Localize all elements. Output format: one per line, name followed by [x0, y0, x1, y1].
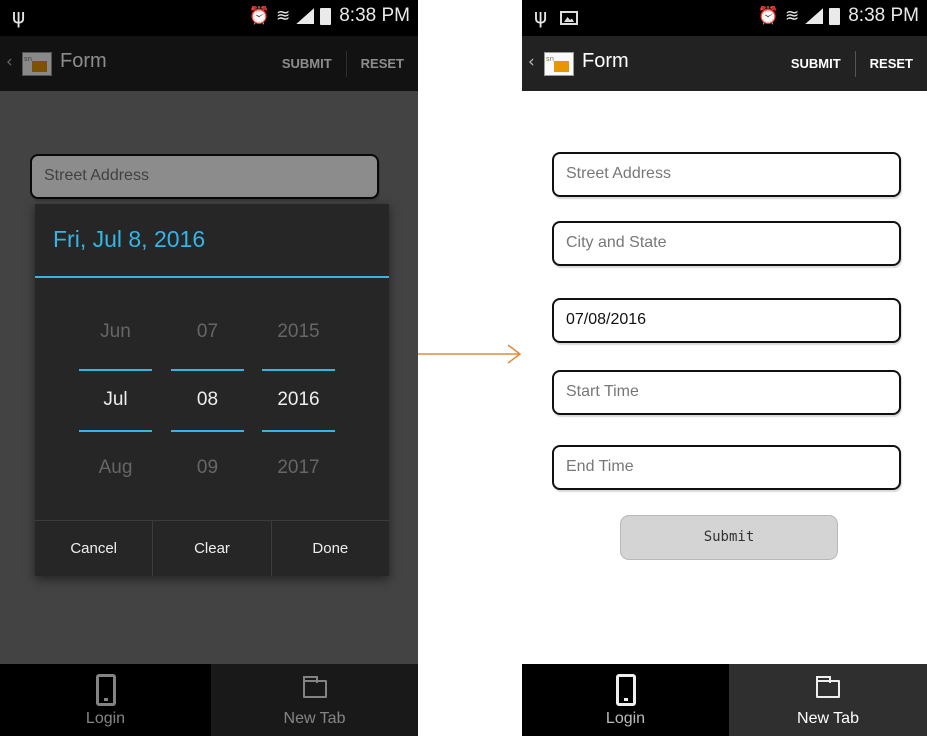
bottom-tab-bar: Login New Tab: [522, 664, 927, 736]
city-state-field[interactable]: City and State: [552, 221, 901, 266]
app-logo-text: sn: [546, 55, 555, 63]
done-button[interactable]: Done: [270, 521, 389, 576]
app-logo[interactable]: sn: [544, 52, 574, 76]
action-bar: ‹ sn Form SUBMIT RESET: [522, 36, 927, 91]
month-spinner[interactable]: Jun Jul Aug: [79, 298, 152, 502]
status-time: 8:38 PM: [848, 5, 919, 26]
phone-icon: [615, 674, 636, 706]
day-next[interactable]: 09: [171, 434, 244, 502]
status-icons: ⏰ ≋ 8:38 PM: [249, 5, 410, 27]
day-selection-line-bottom: [171, 430, 244, 432]
wifi-icon: ≋: [275, 6, 291, 26]
action-submit-button[interactable]: SUBMIT: [777, 51, 855, 77]
month-prev[interactable]: Jun: [79, 298, 152, 366]
phone-screen-date-picker: ψ ⏰ ≋ 8:38 PM ‹ sn Form SUBMIT RESET Str…: [0, 0, 418, 736]
cancel-button[interactable]: Cancel: [35, 521, 152, 576]
usb-icon: ψ: [12, 4, 26, 28]
day-current[interactable]: 08: [171, 366, 244, 434]
date-field[interactable]: 07/08/2016: [552, 298, 901, 343]
year-current[interactable]: 2016: [262, 366, 335, 434]
status-bar: ψ ⏰ ≋ 8:38 PM: [0, 0, 418, 36]
tab-login[interactable]: Login: [522, 664, 729, 736]
year-spinner[interactable]: 2015 2016 2017: [262, 298, 335, 502]
battery-icon: [320, 7, 332, 25]
clear-button[interactable]: Clear: [152, 521, 270, 576]
date-picker-header: Fri, Jul 8, 2016: [35, 204, 389, 278]
usb-icon: ψ: [534, 4, 548, 28]
folder-icon: [816, 676, 840, 698]
tab-new-tab-label: New Tab: [797, 710, 859, 727]
action-reset-button[interactable]: RESET: [856, 51, 927, 77]
start-time-field[interactable]: Start Time: [552, 370, 901, 415]
phone-screen-form: ψ ⏰ ≋ 8:38 PM ‹ sn Form SUBMIT RESET Str…: [522, 0, 927, 736]
month-selection-line-bottom: [79, 430, 152, 432]
image-notification-icon: [560, 11, 578, 25]
day-prev[interactable]: 07: [171, 298, 244, 366]
day-selection-line-top: [171, 369, 244, 371]
day-spinner[interactable]: 07 08 09: [171, 298, 244, 502]
year-prev[interactable]: 2015: [262, 298, 335, 366]
month-next[interactable]: Aug: [79, 434, 152, 502]
year-selection-line-bottom: [262, 430, 335, 432]
status-icons: ⏰ ≋ 8:38 PM: [758, 5, 919, 27]
wifi-icon: ≋: [784, 6, 800, 26]
month-current[interactable]: Jul: [79, 366, 152, 434]
month-selection-line-top: [79, 369, 152, 371]
street-address-field[interactable]: Street Address: [552, 152, 901, 197]
app-logo-mark: [554, 61, 569, 72]
end-time-field[interactable]: End Time: [552, 445, 901, 490]
tab-new-tab[interactable]: New Tab: [729, 664, 927, 736]
cell-signal-icon: [805, 8, 824, 24]
battery-icon: [829, 7, 841, 25]
action-bar-buttons: SUBMIT RESET: [777, 36, 927, 91]
status-bar: ψ ⏰ ≋ 8:38 PM: [522, 0, 927, 36]
tab-login-label: Login: [605, 710, 646, 727]
submit-button[interactable]: Submit: [620, 515, 838, 560]
year-next[interactable]: 2017: [262, 434, 335, 502]
alarm-clock-icon: ⏰: [757, 6, 779, 26]
back-chevron-icon[interactable]: ‹: [528, 52, 535, 72]
cell-signal-icon: [296, 8, 315, 24]
date-picker-buttons: Cancel Clear Done: [35, 520, 389, 576]
date-picker-dialog: Fri, Jul 8, 2016 Jun Jul Aug 07 08 09 20…: [35, 204, 389, 576]
page-title: Form: [582, 50, 629, 72]
alarm-clock-icon: ⏰: [248, 6, 270, 26]
status-time: 8:38 PM: [339, 5, 410, 26]
transition-arrow-icon: [418, 344, 522, 364]
year-selection-line-top: [262, 369, 335, 371]
